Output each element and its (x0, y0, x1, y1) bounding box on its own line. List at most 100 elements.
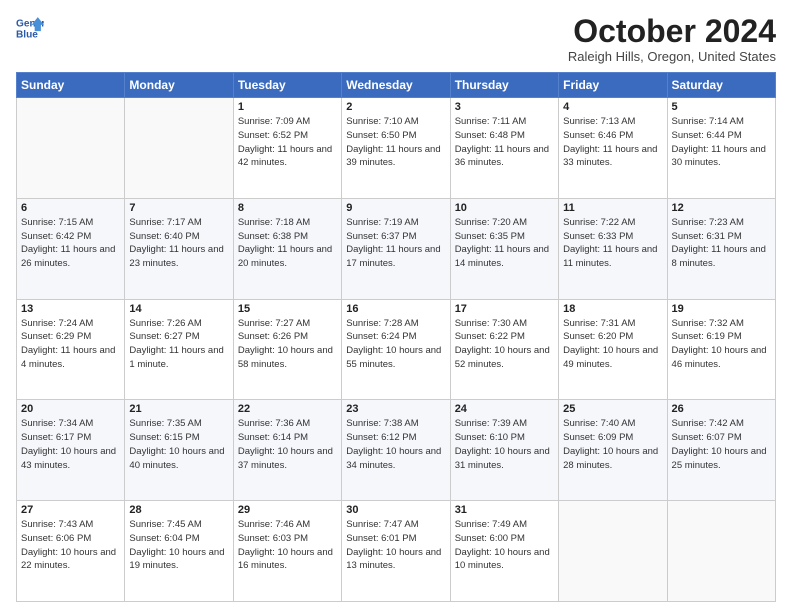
day-number: 14 (129, 303, 228, 315)
day-number: 4 (563, 101, 662, 113)
calendar-cell: 22 Sunrise: 7:36 AM Sunset: 6:14 PM Dayli… (233, 400, 341, 501)
subtitle: Raleigh Hills, Oregon, United States (568, 49, 776, 64)
calendar-week-4: 20Sunrise: 7:34 AM Sunset: 6:17 PM Dayli… (17, 400, 776, 501)
calendar-cell: 15 Sunrise: 7:27 AM Sunset: 6:26 PM Dayli… (233, 299, 341, 400)
day-number: 3 (455, 101, 554, 113)
day-info: Sunrise: 7:27 AM Sunset: 6:26 PM Dayligh… (238, 317, 337, 372)
calendar-cell: 24 Sunrise: 7:39 AM Sunset: 6:10 PM Dayli… (450, 400, 558, 501)
logo: General Blue (16, 14, 44, 42)
day-info: Sunrise: 7:19 AM Sunset: 6:37 PM Dayligh… (346, 216, 445, 271)
calendar-header-row: Sunday Monday Tuesday Wednesday Thursday… (17, 73, 776, 98)
day-number: 13 (21, 303, 120, 315)
day-number: 20 (21, 403, 120, 415)
day-info: Sunrise: 7:45 AM Sunset: 6:04 PM Dayligh… (129, 518, 228, 573)
calendar-cell: 9 Sunrise: 7:19 AM Sunset: 6:37 PM Daylig… (342, 198, 450, 299)
page: General Blue October 2024 Raleigh Hills,… (0, 0, 792, 612)
calendar-cell: 26 Sunrise: 7:42 AM Sunset: 6:07 PM Dayli… (667, 400, 775, 501)
calendar-table: Sunday Monday Tuesday Wednesday Thursday… (16, 72, 776, 602)
day-number: 8 (238, 202, 337, 214)
calendar-cell: 30 Sunrise: 7:47 AM Sunset: 6:01 PM Dayli… (342, 501, 450, 602)
day-number: 19 (672, 303, 771, 315)
day-number: 27 (21, 504, 120, 516)
day-info: Sunrise: 7:36 AM Sunset: 6:14 PM Dayligh… (238, 417, 337, 472)
day-number: 11 (563, 202, 662, 214)
calendar-cell: 28 Sunrise: 7:45 AM Sunset: 6:04 PM Dayli… (125, 501, 233, 602)
day-number: 22 (238, 403, 337, 415)
col-monday: Monday (125, 73, 233, 98)
calendar-cell: 27 Sunrise: 7:43 AM Sunset: 6:06 PM Dayli… (17, 501, 125, 602)
day-info: Sunrise: 7:46 AM Sunset: 6:03 PM Dayligh… (238, 518, 337, 573)
day-number: 30 (346, 504, 445, 516)
day-number: 2 (346, 101, 445, 113)
day-number: 17 (455, 303, 554, 315)
calendar-cell: 21Sunrise: 7:35 AM Sunset: 6:15 PM Dayli… (125, 400, 233, 501)
calendar-cell: 3 Sunrise: 7:11 AM Sunset: 6:48 PM Daylig… (450, 98, 558, 199)
day-number: 6 (21, 202, 120, 214)
calendar-cell: 23Sunrise: 7:38 AM Sunset: 6:12 PM Dayli… (342, 400, 450, 501)
day-number: 28 (129, 504, 228, 516)
calendar-cell (17, 98, 125, 199)
calendar-cell: 11 Sunrise: 7:22 AM Sunset: 6:33 PM Dayli… (559, 198, 667, 299)
calendar-cell: 29 Sunrise: 7:46 AM Sunset: 6:03 PM Dayli… (233, 501, 341, 602)
col-friday: Friday (559, 73, 667, 98)
day-number: 29 (238, 504, 337, 516)
calendar-cell: 20Sunrise: 7:34 AM Sunset: 6:17 PM Dayli… (17, 400, 125, 501)
col-wednesday: Wednesday (342, 73, 450, 98)
day-info: Sunrise: 7:13 AM Sunset: 6:46 PM Dayligh… (563, 115, 662, 170)
day-number: 16 (346, 303, 445, 315)
day-info: Sunrise: 7:39 AM Sunset: 6:10 PM Dayligh… (455, 417, 554, 472)
day-info: Sunrise: 7:42 AM Sunset: 6:07 PM Dayligh… (672, 417, 771, 472)
col-sunday: Sunday (17, 73, 125, 98)
day-number: 18 (563, 303, 662, 315)
day-info: Sunrise: 7:31 AM Sunset: 6:20 PM Dayligh… (563, 317, 662, 372)
calendar-cell: 7 Sunrise: 7:17 AM Sunset: 6:40 PM Daylig… (125, 198, 233, 299)
day-info: Sunrise: 7:09 AM Sunset: 6:52 PM Dayligh… (238, 115, 337, 170)
day-number: 24 (455, 403, 554, 415)
day-number: 1 (238, 101, 337, 113)
day-number: 7 (129, 202, 228, 214)
calendar-cell: 25 Sunrise: 7:40 AM Sunset: 6:09 PM Dayli… (559, 400, 667, 501)
calendar-cell: 2 Sunrise: 7:10 AM Sunset: 6:50 PM Daylig… (342, 98, 450, 199)
day-info: Sunrise: 7:18 AM Sunset: 6:38 PM Dayligh… (238, 216, 337, 271)
header: General Blue October 2024 Raleigh Hills,… (16, 14, 776, 64)
calendar-week-3: 13Sunrise: 7:24 AM Sunset: 6:29 PM Dayli… (17, 299, 776, 400)
title-area: October 2024 Raleigh Hills, Oregon, Unit… (568, 14, 776, 64)
day-info: Sunrise: 7:15 AM Sunset: 6:42 PM Dayligh… (21, 216, 120, 271)
col-saturday: Saturday (667, 73, 775, 98)
day-info: Sunrise: 7:47 AM Sunset: 6:01 PM Dayligh… (346, 518, 445, 573)
day-info: Sunrise: 7:35 AM Sunset: 6:15 PM Dayligh… (129, 417, 228, 472)
day-info: Sunrise: 7:10 AM Sunset: 6:50 PM Dayligh… (346, 115, 445, 170)
calendar-cell: 14Sunrise: 7:26 AM Sunset: 6:27 PM Dayli… (125, 299, 233, 400)
calendar-week-2: 6 Sunrise: 7:15 AM Sunset: 6:42 PM Daylig… (17, 198, 776, 299)
day-number: 15 (238, 303, 337, 315)
day-info: Sunrise: 7:22 AM Sunset: 6:33 PM Dayligh… (563, 216, 662, 271)
day-info: Sunrise: 7:20 AM Sunset: 6:35 PM Dayligh… (455, 216, 554, 271)
calendar-cell: 17Sunrise: 7:30 AM Sunset: 6:22 PM Dayli… (450, 299, 558, 400)
day-info: Sunrise: 7:11 AM Sunset: 6:48 PM Dayligh… (455, 115, 554, 170)
calendar-week-1: 1 Sunrise: 7:09 AM Sunset: 6:52 PM Daylig… (17, 98, 776, 199)
day-info: Sunrise: 7:40 AM Sunset: 6:09 PM Dayligh… (563, 417, 662, 472)
logo-icon: General Blue (16, 14, 44, 42)
day-info: Sunrise: 7:17 AM Sunset: 6:40 PM Dayligh… (129, 216, 228, 271)
day-info: Sunrise: 7:38 AM Sunset: 6:12 PM Dayligh… (346, 417, 445, 472)
calendar-cell: 10 Sunrise: 7:20 AM Sunset: 6:35 PM Dayli… (450, 198, 558, 299)
day-number: 31 (455, 504, 554, 516)
day-info: Sunrise: 7:43 AM Sunset: 6:06 PM Dayligh… (21, 518, 120, 573)
calendar-cell: 1 Sunrise: 7:09 AM Sunset: 6:52 PM Daylig… (233, 98, 341, 199)
col-tuesday: Tuesday (233, 73, 341, 98)
calendar-cell: 18 Sunrise: 7:31 AM Sunset: 6:20 PM Dayli… (559, 299, 667, 400)
calendar-cell (559, 501, 667, 602)
calendar-cell: 12 Sunrise: 7:23 AM Sunset: 6:31 PM Dayli… (667, 198, 775, 299)
day-info: Sunrise: 7:23 AM Sunset: 6:31 PM Dayligh… (672, 216, 771, 271)
calendar-cell: 5Sunrise: 7:14 AM Sunset: 6:44 PM Daylig… (667, 98, 775, 199)
day-number: 26 (672, 403, 771, 415)
day-number: 10 (455, 202, 554, 214)
calendar-cell: 8 Sunrise: 7:18 AM Sunset: 6:38 PM Daylig… (233, 198, 341, 299)
day-number: 9 (346, 202, 445, 214)
day-number: 25 (563, 403, 662, 415)
day-info: Sunrise: 7:49 AM Sunset: 6:00 PM Dayligh… (455, 518, 554, 573)
day-number: 12 (672, 202, 771, 214)
calendar-cell: 6 Sunrise: 7:15 AM Sunset: 6:42 PM Daylig… (17, 198, 125, 299)
calendar-cell: 13Sunrise: 7:24 AM Sunset: 6:29 PM Dayli… (17, 299, 125, 400)
col-thursday: Thursday (450, 73, 558, 98)
